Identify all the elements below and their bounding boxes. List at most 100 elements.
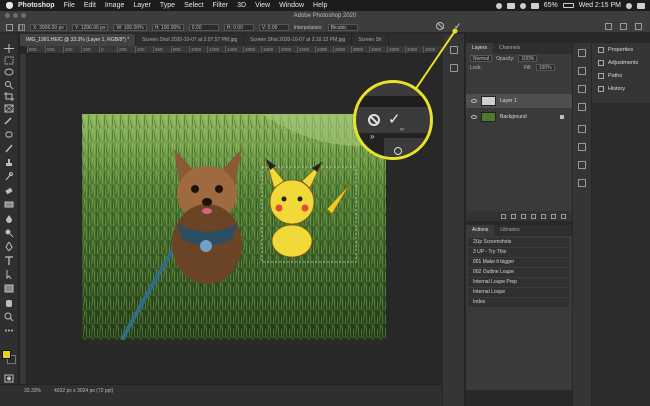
cancel-transform-icon[interactable]	[436, 22, 444, 30]
edit-toolbar-icon[interactable]	[4, 322, 14, 332]
menu-file[interactable]: File	[64, 2, 75, 9]
eraser-tool-icon[interactable]	[4, 182, 14, 195]
horizontal-ruler[interactable]: 800 600 400 200 0 200 400 600 800 1000 1200 1400 160…	[27, 46, 442, 54]
layer-mask-icon[interactable]	[521, 213, 526, 219]
info-icon[interactable]	[450, 46, 458, 54]
clone-stamp-tool-icon[interactable]	[4, 154, 14, 166]
opacity-field[interactable]: 100%	[518, 55, 538, 62]
action-item[interactable]: Internal Loupe	[468, 288, 569, 298]
tab-channels[interactable]: Channels	[493, 43, 526, 54]
paths-icon[interactable]	[578, 85, 586, 93]
height-field[interactable]: H: 100.00%	[151, 24, 184, 31]
zoom-tool-icon[interactable]	[4, 308, 14, 322]
brush-settings-icon[interactable]	[578, 143, 586, 151]
action-item[interactable]: Index	[468, 298, 569, 308]
panel-history[interactable]: History	[592, 82, 650, 95]
collapse-panels-icon[interactable]: ‹‹	[400, 127, 404, 133]
tab-img-1991[interactable]: IMG_1991.HEIC @ 33.3% (Layer 1, RGB/8*) …	[20, 34, 137, 46]
frame-tool-icon[interactable]	[4, 100, 14, 113]
panel-adjustments[interactable]: Adjustments	[592, 56, 650, 69]
type-tool-icon[interactable]	[4, 252, 14, 265]
tab-screen-shot-3[interactable]: Screen Sh	[352, 34, 389, 46]
adjustments-icon[interactable]	[578, 67, 586, 75]
menu-app-photoshop[interactable]: Photoshop	[18, 2, 55, 9]
battery-icon[interactable]	[562, 3, 574, 8]
menu-filter[interactable]: Filter	[213, 2, 229, 9]
control-center-icon[interactable]	[637, 2, 645, 9]
hand-tool-icon[interactable]	[4, 294, 14, 307]
width-field[interactable]: W: 100.00%	[113, 24, 147, 31]
layer-row-background[interactable]: Background	[466, 110, 572, 124]
horizontal-skew-field[interactable]: H: 0.00	[223, 24, 254, 31]
healing-brush-tool-icon[interactable]	[4, 126, 14, 138]
menu-3d[interactable]: 3D	[237, 2, 246, 9]
vertical-ruler[interactable]	[20, 54, 27, 384]
properties-icon[interactable]	[578, 49, 586, 57]
menu-select[interactable]: Select	[184, 2, 203, 9]
panel-paths[interactable]: Paths	[592, 69, 650, 82]
interpolation-select[interactable]: Bicubic	[327, 24, 358, 31]
brush-tool-icon[interactable]	[4, 140, 14, 153]
eyedropper-tool-icon[interactable]	[4, 112, 14, 125]
path-selection-tool-icon[interactable]	[4, 266, 14, 280]
layer-style-icon[interactable]	[511, 213, 516, 219]
quick-select-tool-icon[interactable]	[4, 76, 14, 90]
action-item[interactable]: Internal Loupe Prep	[468, 278, 569, 288]
marquee-tool-icon[interactable]	[4, 52, 14, 65]
link-layers-icon[interactable]	[501, 213, 506, 219]
action-item[interactable]: 2Up Screenshots	[468, 238, 569, 248]
apple-icon[interactable]	[6, 2, 13, 9]
expand-panels-icon[interactable]: »	[370, 132, 374, 141]
dodge-tool-icon[interactable]	[4, 224, 14, 238]
menu-edit[interactable]: Edit	[84, 2, 96, 9]
action-item[interactable]: 002 Outline Loupe	[468, 268, 569, 278]
menu-view[interactable]: View	[255, 2, 270, 9]
tab-libraries[interactable]: Libraries	[494, 225, 525, 236]
history-icon[interactable]	[578, 103, 586, 111]
tools-icon[interactable]	[578, 179, 586, 187]
workspace-icon[interactable]	[620, 23, 627, 30]
commit-transform-icon[interactable]: ✓	[388, 110, 401, 128]
reference-point-icon[interactable]	[18, 24, 25, 31]
home-icon[interactable]	[6, 24, 13, 31]
menu-type[interactable]: Type	[160, 2, 175, 9]
gradient-tool-icon[interactable]	[4, 196, 14, 208]
visibility-eye-icon[interactable]	[471, 115, 477, 119]
tab-screen-shot-1[interactable]: Screen Shot 2020-10-07 at 2.07.57 PM.jpg	[136, 34, 245, 46]
volume-icon[interactable]	[530, 2, 539, 9]
foreground-color-swatch[interactable]	[2, 350, 11, 359]
panel-properties[interactable]: Properties	[592, 43, 650, 56]
crop-tool-icon[interactable]	[4, 88, 14, 101]
fill-field[interactable]: 100%	[535, 64, 555, 71]
blur-tool-icon[interactable]	[4, 210, 14, 223]
action-item[interactable]: 001 Make it bigger	[468, 258, 569, 268]
new-group-icon[interactable]	[541, 213, 546, 219]
x-position-field[interactable]: X: 3006.00 px	[30, 24, 67, 31]
layer-row-layer-1[interactable]: Layer 1	[466, 94, 572, 108]
visibility-eye-icon[interactable]	[471, 99, 477, 103]
lasso-tool-icon[interactable]	[4, 64, 14, 76]
search-icon[interactable]	[605, 23, 612, 30]
y-position-field[interactable]: Y: 1296.00 px	[71, 24, 109, 31]
delete-layer-icon[interactable]	[561, 213, 566, 219]
zoom-level[interactable]: 33.33%	[24, 388, 41, 394]
move-tool-icon[interactable]	[4, 40, 14, 53]
screen-icon[interactable]	[506, 2, 515, 9]
clock[interactable]: Wed 2:15 PM	[579, 2, 621, 9]
quick-mask-icon[interactable]	[4, 370, 14, 383]
rotate-field[interactable]: 0.00	[188, 24, 219, 31]
wifi-icon[interactable]	[519, 2, 526, 9]
vertical-skew-field[interactable]: V: 0.00	[258, 24, 289, 31]
rectangle-tool-icon[interactable]	[4, 280, 14, 293]
document-dimensions[interactable]: 4032 px x 3024 px (72 ppi)	[54, 388, 113, 394]
new-layer-icon[interactable]	[551, 213, 556, 219]
cancel-transform-icon[interactable]	[368, 114, 380, 126]
character-icon[interactable]	[578, 161, 586, 169]
history-brush-tool-icon[interactable]	[4, 168, 14, 181]
tab-layers[interactable]: Layers	[466, 43, 494, 54]
sync-icon[interactable]	[495, 2, 502, 9]
paragraph-icon[interactable]	[578, 125, 586, 133]
tab-actions[interactable]: Actions	[466, 225, 495, 236]
blend-mode-select[interactable]: Normal	[470, 55, 493, 62]
action-item[interactable]: 3 UP - Try This	[468, 248, 569, 258]
